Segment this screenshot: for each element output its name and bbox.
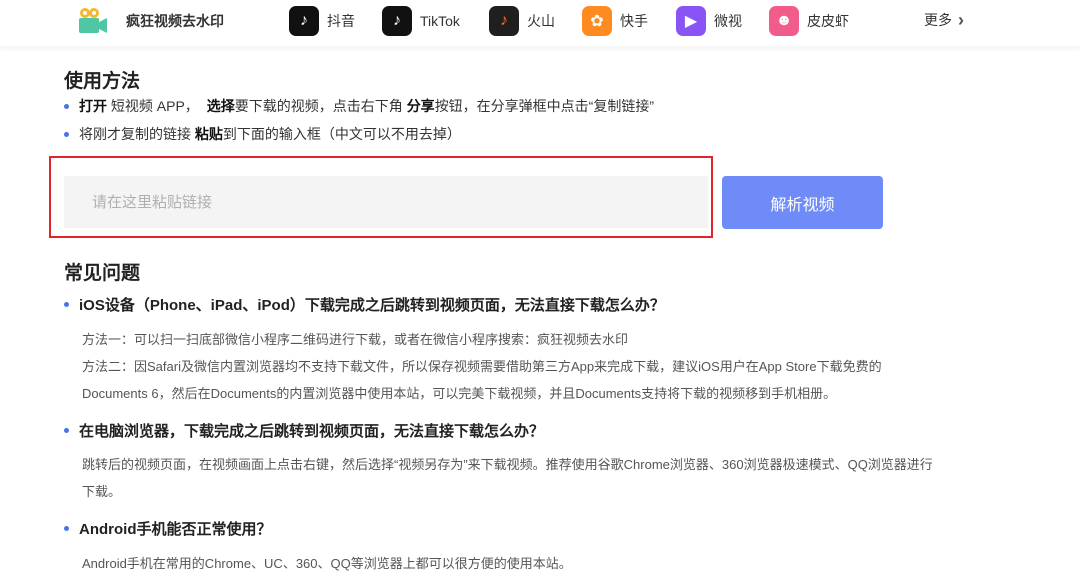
usage-share: 分享 xyxy=(406,98,435,114)
faq-question: Android手机能否正常使用？ xyxy=(64,518,272,539)
faq-answer-line: 方法一：可以扫一扫底部微信小程序二维码进行下载，或者在微信小程序搜索：疯狂视频去… xyxy=(82,332,629,347)
faq-question-text: Android手机能否正常使用？ xyxy=(79,521,272,538)
usage-open: 打开 xyxy=(79,98,107,114)
usage-title: 使用方法 xyxy=(64,71,141,92)
nav-item-kuaishou[interactable]: ✿ 快手 xyxy=(582,4,648,38)
faq-question: iOS设备（Phone、iPad、iPod）下载完成之后跳转到视频页面，无法直接… xyxy=(64,294,665,315)
nav-item-tiktok[interactable]: ♪ TikTok xyxy=(382,4,460,38)
brand-name: 疯狂视频去水印 xyxy=(126,13,224,29)
nav-label: 微视 xyxy=(714,13,742,29)
faq-question-text: 在电脑浏览器，下载完成之后跳转到视频页面，无法直接下载怎么办？ xyxy=(79,423,545,440)
usage-text: 要下载的视频，点击右下角 xyxy=(234,98,407,114)
faq-title: 常见问题 xyxy=(64,263,141,284)
nav-label: 快手 xyxy=(620,13,648,29)
nav-item-weishi[interactable]: ▶ 微视 xyxy=(676,4,742,38)
bullet-dot-icon xyxy=(64,428,69,433)
top-navigation-bar: 疯狂视频去水印 ♪ 抖音 ♪ TikTok ♪ 火山 ✿ 快手 ▶ 微视 ☻ 皮… xyxy=(0,0,1080,46)
faq-answer: 跳转后的视频页面，在视频画面上点击右键，然后选择“视频另存为”来下载视频。推荐使… xyxy=(82,451,1032,505)
nav-label: 皮皮虾 xyxy=(807,13,849,29)
faq-answer-line: 下载。 xyxy=(82,484,122,499)
kuaishou-icon: ✿ xyxy=(582,6,612,36)
nav-item-douyin[interactable]: ♪ 抖音 xyxy=(289,4,355,38)
nav-label: 火山 xyxy=(527,13,555,29)
usage-step-1: 打开 短视频 APP， 选择 要下载的视频，点击右下角 分享 按钮，在分享弹框中… xyxy=(64,96,654,116)
more-label: 更多 xyxy=(924,12,952,28)
nav-item-pipixia[interactable]: ☻ 皮皮虾 xyxy=(769,4,849,38)
chevron-right-icon: › xyxy=(958,10,964,30)
brand[interactable]: 疯狂视频去水印 xyxy=(76,4,224,38)
usage-paste: 粘贴 xyxy=(194,126,223,142)
video-camera-logo-icon xyxy=(76,6,108,36)
tiktok-icon: ♪ xyxy=(382,6,412,36)
faq-answer-line: Android手机在常用的Chrome、UC、360、QQ等浏览器上都可以很方便… xyxy=(82,556,572,571)
usage-step-2: 将刚才复制的链接 粘贴 到下面的输入框（中文可以不用去掉） xyxy=(64,124,461,144)
usage-text: 将刚才复制的链接 xyxy=(79,126,195,142)
nav-label: TikTok xyxy=(420,13,460,29)
usage-select: 选择 xyxy=(206,98,235,114)
faq-answer-line: 跳转后的视频页面，在视频画面上点击右键，然后选择“视频另存为”来下载视频。推荐使… xyxy=(82,457,933,472)
bullet-dot-icon xyxy=(64,103,69,109)
bullet-dot-icon xyxy=(64,302,69,307)
nav-label: 抖音 xyxy=(327,13,355,29)
faq-question-text: iOS设备（Phone、iPad、iPod）下载完成之后跳转到视频页面，无法直接… xyxy=(79,297,665,314)
parse-video-button[interactable]: 解析视频 xyxy=(722,176,883,229)
faq-answer-line: 方法二：因Safari及微信内置浏览器均不支持下载文件，所以保存视频需要借助第三… xyxy=(82,359,882,374)
bullet-dot-icon xyxy=(64,131,69,137)
nav-item-huoshan[interactable]: ♪ 火山 xyxy=(489,4,555,38)
faq-question: 在电脑浏览器，下载完成之后跳转到视频页面，无法直接下载怎么办？ xyxy=(64,420,544,441)
douyin-icon: ♪ xyxy=(289,6,319,36)
faq-answer-line: Documents 6，然后在Documents的内置浏览器中使用本站，可以完美… xyxy=(82,386,837,401)
bullet-dot-icon xyxy=(64,526,69,531)
faq-answer: Android手机在常用的Chrome、UC、360、QQ等浏览器上都可以很方便… xyxy=(82,550,1032,577)
usage-text: 短视频 APP， xyxy=(107,98,199,114)
usage-text: 按钮，在分享弹框中点击“复制链接” xyxy=(434,98,655,114)
more-link[interactable]: 更多 › xyxy=(924,10,964,30)
faq-answer: 方法一：可以扫一扫底部微信小程序二维码进行下载，或者在微信小程序搜索：疯狂视频去… xyxy=(82,326,1032,407)
huoshan-icon: ♪ xyxy=(489,6,519,36)
weishi-icon: ▶ xyxy=(676,6,706,36)
link-input[interactable] xyxy=(64,176,708,228)
usage-text: 到下面的输入框（中文可以不用去掉） xyxy=(222,126,461,142)
pipixia-icon: ☻ xyxy=(769,6,799,36)
